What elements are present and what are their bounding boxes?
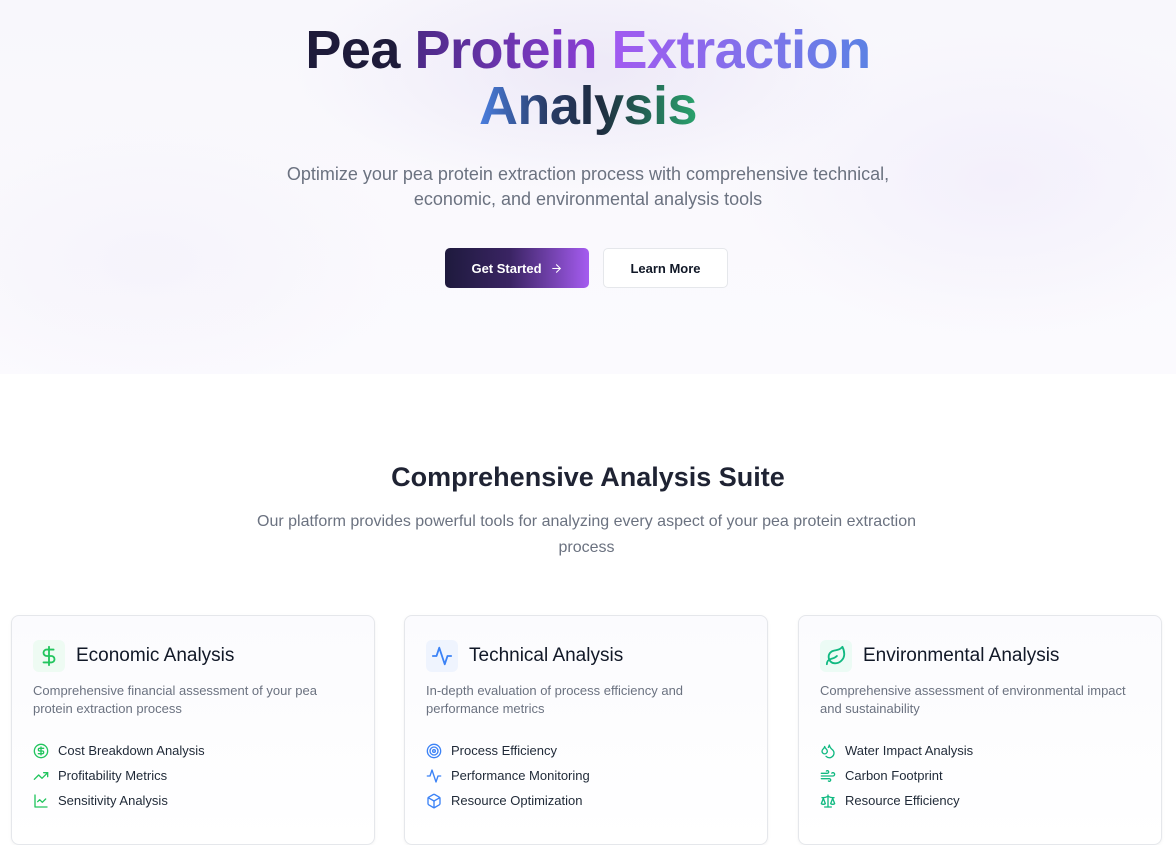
list-item: Resource Optimization [426,788,590,813]
hero-title-word-extraction: Extraction [611,20,872,80]
list-item: Resource Efficiency [820,788,973,813]
list-item: Water Impact Analysis [820,738,973,763]
get-started-button[interactable]: Get Started [445,248,589,288]
card-title: Economic Analysis [76,645,235,666]
hero-title-word-protein: Protein [414,20,598,80]
economic-analysis-card[interactable]: Economic Analysis Comprehensive financia… [11,615,375,845]
hero-title: Pea Protein Extraction Analysis [0,22,1176,134]
card-description: In-depth evaluation of process efficienc… [426,683,684,716]
feature-label: Process Efficiency [451,743,557,758]
activity-icon [426,640,458,672]
learn-more-button[interactable]: Learn More [603,248,728,288]
scale-icon [820,793,836,808]
feature-label: Resource Optimization [451,793,583,808]
activity-icon [426,768,442,783]
box-icon [427,793,441,808]
get-started-label: Get Started [471,260,542,276]
list-item: Performance Monitoring [426,763,590,788]
dollar-icon [33,640,65,672]
feature-label: Carbon Footprint [845,768,943,783]
card-title: Technical Analysis [469,645,624,666]
list-item: Profitability Metrics [33,763,205,788]
section-title: Comprehensive Analysis Suite [391,462,785,492]
droplets-icon [821,743,835,758]
feature-label: Profitability Metrics [58,768,168,783]
feature-label: Water Impact Analysis [845,743,974,758]
hero-subtitle: Optimize your pea protein extraction pro… [286,164,890,209]
card-description: Comprehensive assessment of environmenta… [820,683,1126,716]
card-description: Comprehensive financial assessment of yo… [33,683,317,716]
target-icon [426,743,442,758]
hero-section: Pea Protein Extraction Analysis Optimize… [0,0,1176,374]
card-title: Environmental Analysis [863,645,1060,666]
list-item: Carbon Footprint [820,763,973,788]
feature-list: Water Impact Analysis Carbon Footprint R… [820,738,973,813]
line-chart-icon [34,793,48,808]
technical-analysis-card[interactable]: Technical Analysis In-depth evaluation o… [404,615,768,845]
trending-up-icon [33,771,49,780]
dollar-circle-icon [33,743,49,758]
feature-label: Performance Monitoring [451,768,590,783]
feature-label: Cost Breakdown Analysis [58,743,205,758]
leaf-icon [820,640,852,672]
hero-title-word-analysis: Analysis [478,76,698,136]
feature-list: Process Efficiency Performance Monitorin… [426,738,590,813]
wind-icon [820,769,836,782]
feature-label: Sensitivity Analysis [58,793,168,808]
list-item: Cost Breakdown Analysis [33,738,205,763]
list-item: Sensitivity Analysis [33,788,205,813]
feature-label: Resource Efficiency [845,793,960,808]
environmental-analysis-card[interactable]: Environmental Analysis Comprehensive ass… [798,615,1162,845]
list-item: Process Efficiency [426,738,590,763]
feature-list: Cost Breakdown Analysis Profitability Me… [33,738,205,813]
section-subtitle: Our platform provides powerful tools for… [257,513,916,556]
arrow-right-icon [551,263,561,273]
hero-title-word-pea: Pea [305,20,400,80]
